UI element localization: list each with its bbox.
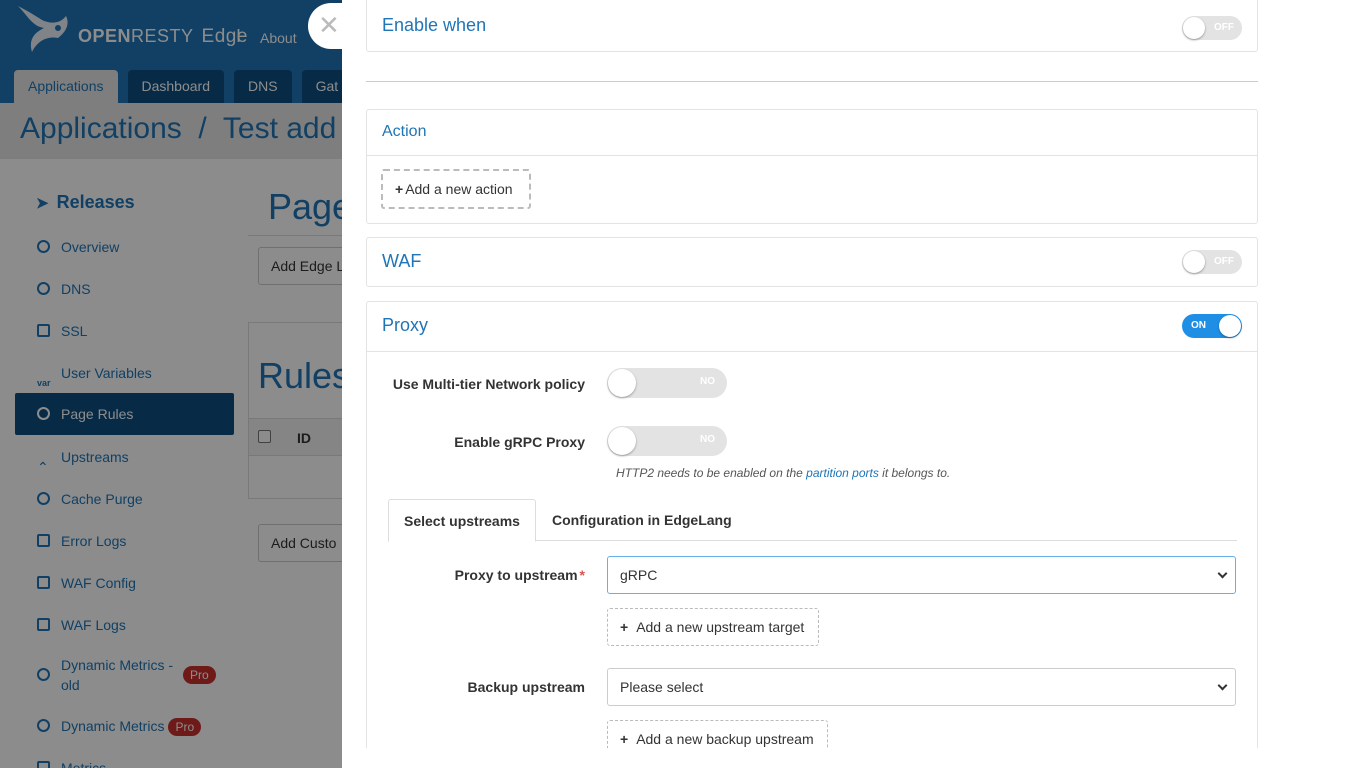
tab-select-upstreams[interactable]: Select upstreams xyxy=(388,499,536,542)
backup-upstream-label: Backup upstream xyxy=(467,679,585,695)
plus-icon: + xyxy=(620,731,629,747)
proxy-subtabs: Select upstreams Configuration in EdgeLa… xyxy=(388,499,1237,542)
plus-icon: + xyxy=(620,619,629,635)
plus-icon: + xyxy=(395,181,404,197)
panel-divider xyxy=(367,351,1257,352)
waf-panel: WAF OFF xyxy=(366,237,1258,287)
action-title: Action xyxy=(382,123,427,140)
backup-upstream-select[interactable]: Please select xyxy=(607,668,1236,706)
proxy-title: Proxy xyxy=(382,315,429,335)
toggle-knob xyxy=(1219,315,1241,337)
proxy-toggle[interactable]: ON xyxy=(1182,314,1242,338)
add-action-button[interactable]: + Add a new action xyxy=(381,169,531,209)
toggle-knob xyxy=(608,369,636,397)
required-marker: * xyxy=(579,567,585,583)
multi-tier-label: Use Multi-tier Network policy xyxy=(392,376,585,392)
toggle-knob xyxy=(608,427,636,455)
http2-hint: HTTP2 needs to be enabled on the partiti… xyxy=(616,466,951,480)
page-rule-drawer: Enable when OFF Action + Add a new action… xyxy=(342,0,1366,768)
grpc-toggle[interactable]: NO xyxy=(607,426,727,456)
grpc-label: Enable gRPC Proxy xyxy=(454,434,585,450)
partition-ports-link[interactable]: partition ports xyxy=(806,466,879,480)
tab-configuration-edgelang[interactable]: Configuration in EdgeLang xyxy=(537,499,747,541)
drawer-bottom-fade xyxy=(342,748,1366,768)
toggle-knob xyxy=(1183,17,1205,39)
multi-tier-toggle[interactable]: NO xyxy=(607,368,727,398)
enable-when-toggle[interactable]: OFF xyxy=(1182,16,1242,40)
toggle-knob xyxy=(1183,251,1205,273)
close-icon: ✕ xyxy=(318,10,340,40)
add-upstream-target-button[interactable]: + Add a new upstream target xyxy=(607,608,819,646)
chevron-down-icon xyxy=(1217,568,1228,579)
waf-title: WAF xyxy=(382,251,422,271)
upstream-label: Proxy to upstream * xyxy=(454,567,585,583)
enable-when-title: Enable when xyxy=(382,15,487,35)
waf-toggle[interactable]: OFF xyxy=(1182,250,1242,274)
upstream-select[interactable]: gRPC xyxy=(607,556,1236,594)
chevron-down-icon xyxy=(1217,680,1228,691)
enable-when-panel: Enable when OFF xyxy=(366,0,1258,52)
section-divider xyxy=(366,81,1258,82)
panel-divider xyxy=(367,155,1257,156)
